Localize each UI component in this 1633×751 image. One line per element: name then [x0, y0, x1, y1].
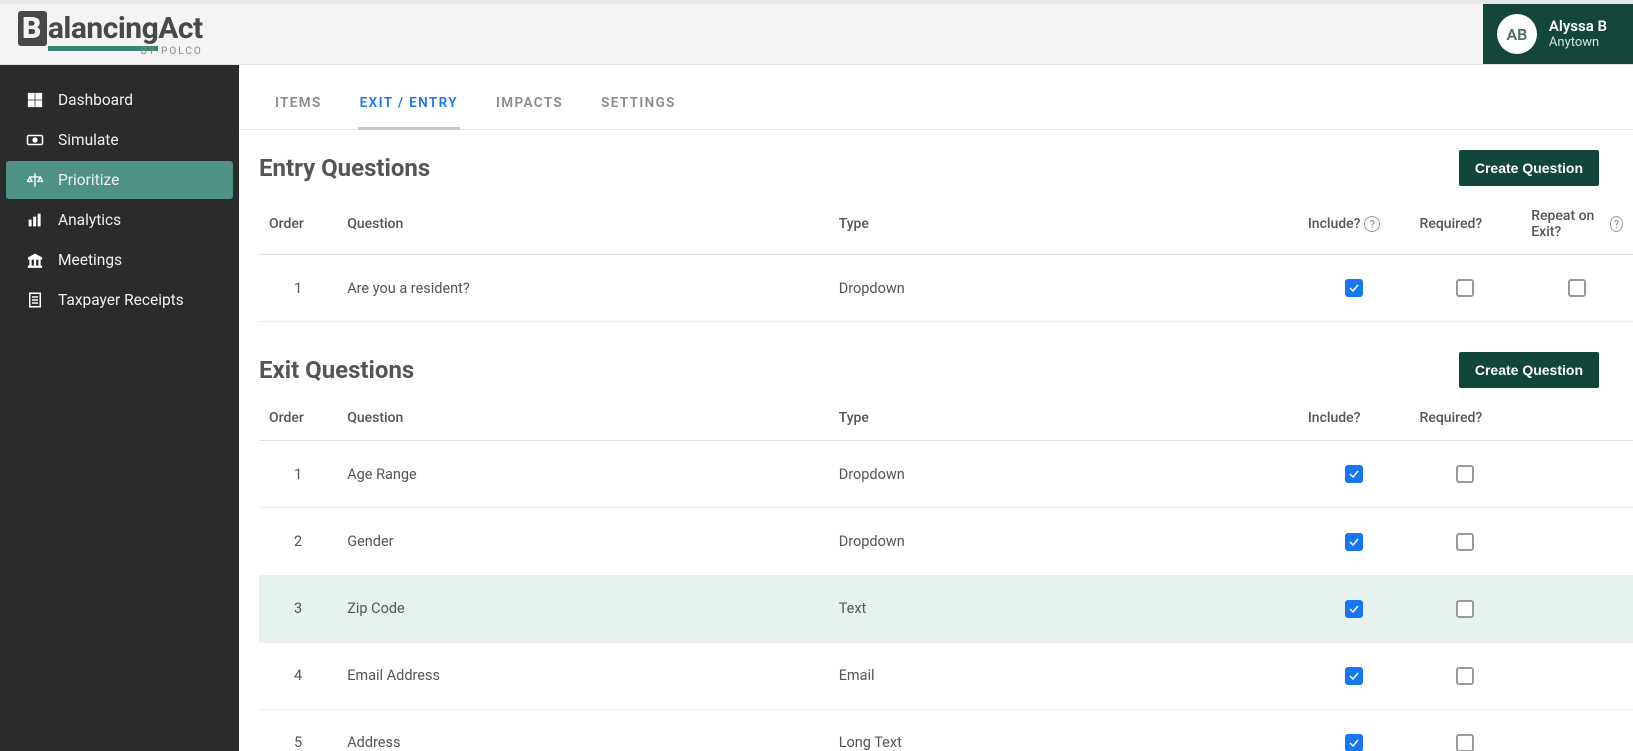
help-icon[interactable]: ? — [1364, 216, 1380, 232]
cell-order: 4 — [259, 642, 337, 709]
checkbox[interactable] — [1456, 734, 1474, 751]
scale-icon — [26, 171, 44, 189]
sidebar-item-label: Dashboard — [58, 91, 133, 109]
checkbox[interactable] — [1456, 465, 1474, 483]
col-include: Include? — [1298, 396, 1410, 441]
checkbox[interactable] — [1456, 533, 1474, 551]
exit-table: Order Question Type Include? Required? 1… — [259, 396, 1633, 751]
col-type: Type — [829, 194, 1298, 255]
sidebar-item-analytics[interactable]: Analytics — [6, 201, 233, 239]
exit-title: Exit Questions — [259, 356, 414, 384]
checkbox[interactable] — [1345, 279, 1363, 297]
receipt-icon — [26, 291, 44, 309]
user-name: Alyssa B — [1549, 17, 1607, 35]
tabs: ITEMS EXIT / ENTRY IMPACTS SETTINGS — [239, 81, 1633, 130]
logo-byline: BY POLCO — [141, 46, 203, 57]
sidebar-item-label: Simulate — [58, 131, 119, 149]
sidebar-item-dashboard[interactable]: Dashboard — [6, 81, 233, 119]
sidebar-item-label: Taxpayer Receipts — [58, 291, 184, 309]
cell-question: Zip Code — [337, 575, 829, 642]
table-row[interactable]: 1 Are you a resident? Dropdown — [259, 255, 1633, 322]
logo-text: BalancingAct — [18, 11, 203, 46]
checkbox[interactable] — [1345, 533, 1363, 551]
table-row[interactable]: 5 Address Long Text — [259, 709, 1633, 751]
checkbox[interactable] — [1456, 279, 1474, 297]
cell-type: Text — [829, 575, 1298, 642]
col-question: Question — [337, 396, 829, 441]
logo[interactable]: BalancingAct BY POLCO — [18, 11, 203, 57]
tab-exit-entry[interactable]: EXIT / ENTRY — [358, 81, 460, 130]
content: ITEMS EXIT / ENTRY IMPACTS SETTINGS Entry Q… — [239, 65, 1633, 751]
cell-type: Email — [829, 642, 1298, 709]
col-type: Type — [829, 396, 1298, 441]
cell-question: Address — [337, 709, 829, 751]
cell-order: 3 — [259, 575, 337, 642]
cell-type: Long Text — [829, 709, 1298, 751]
checkbox[interactable] — [1568, 279, 1586, 297]
col-order: Order — [259, 396, 337, 441]
cell-order: 2 — [259, 508, 337, 575]
sidebar-item-simulate[interactable]: Simulate — [6, 121, 233, 159]
cell-order: 1 — [259, 255, 337, 322]
table-row[interactable]: 4 Email Address Email — [259, 642, 1633, 709]
col-repeat: Repeat on Exit?? — [1521, 194, 1633, 255]
checkbox[interactable] — [1345, 734, 1363, 751]
chart-icon — [26, 211, 44, 229]
entry-title: Entry Questions — [259, 154, 430, 182]
checkbox[interactable] — [1456, 667, 1474, 685]
sidebar-item-label: Meetings — [58, 251, 122, 269]
avatar: AB — [1497, 14, 1537, 54]
sidebar-item-prioritize[interactable]: Prioritize — [6, 161, 233, 199]
sidebar-item-meetings[interactable]: Meetings — [6, 241, 233, 279]
tab-impacts[interactable]: IMPACTS — [494, 81, 565, 129]
money-icon — [26, 131, 44, 149]
table-row[interactable]: 3 Zip Code Text — [259, 575, 1633, 642]
checkbox[interactable] — [1345, 600, 1363, 618]
checkbox[interactable] — [1345, 667, 1363, 685]
cell-question: Gender — [337, 508, 829, 575]
table-row[interactable]: 1 Age Range Dropdown — [259, 441, 1633, 508]
checkbox[interactable] — [1345, 465, 1363, 483]
grid-icon — [26, 91, 44, 109]
col-include: Include?? — [1298, 194, 1410, 255]
user-menu[interactable]: AB Alyssa B Anytown — [1483, 4, 1633, 64]
table-row[interactable]: 2 Gender Dropdown — [259, 508, 1633, 575]
sidebar-item-label: Analytics — [58, 211, 121, 229]
sidebar-item-label: Prioritize — [58, 171, 119, 189]
cell-type: Dropdown — [829, 441, 1298, 508]
tab-items[interactable]: ITEMS — [273, 81, 324, 129]
sidebar: Dashboard Simulate Prioritize Analytics Meet… — [0, 65, 239, 751]
create-exit-question-button[interactable]: Create Question — [1459, 352, 1599, 388]
cell-order: 5 — [259, 709, 337, 751]
col-required: Required? — [1410, 194, 1522, 255]
cell-question: Age Range — [337, 441, 829, 508]
user-org: Anytown — [1549, 35, 1607, 51]
col-question: Question — [337, 194, 829, 255]
sidebar-item-taxpayer-receipts[interactable]: Taxpayer Receipts — [6, 281, 233, 319]
topbar: BalancingAct BY POLCO AB Alyssa B Anytow… — [0, 0, 1633, 65]
cell-question: Email Address — [337, 642, 829, 709]
checkbox[interactable] — [1456, 600, 1474, 618]
bank-icon — [26, 251, 44, 269]
col-required: Required? — [1410, 396, 1522, 441]
entry-table: Order Question Type Include?? Required? … — [259, 194, 1633, 322]
cell-question: Are you a resident? — [337, 255, 829, 322]
cell-order: 1 — [259, 441, 337, 508]
create-entry-question-button[interactable]: Create Question — [1459, 150, 1599, 186]
tab-settings[interactable]: SETTINGS — [599, 81, 678, 129]
cell-type: Dropdown — [829, 255, 1298, 322]
help-icon[interactable]: ? — [1610, 216, 1623, 232]
col-order: Order — [259, 194, 337, 255]
cell-type: Dropdown — [829, 508, 1298, 575]
